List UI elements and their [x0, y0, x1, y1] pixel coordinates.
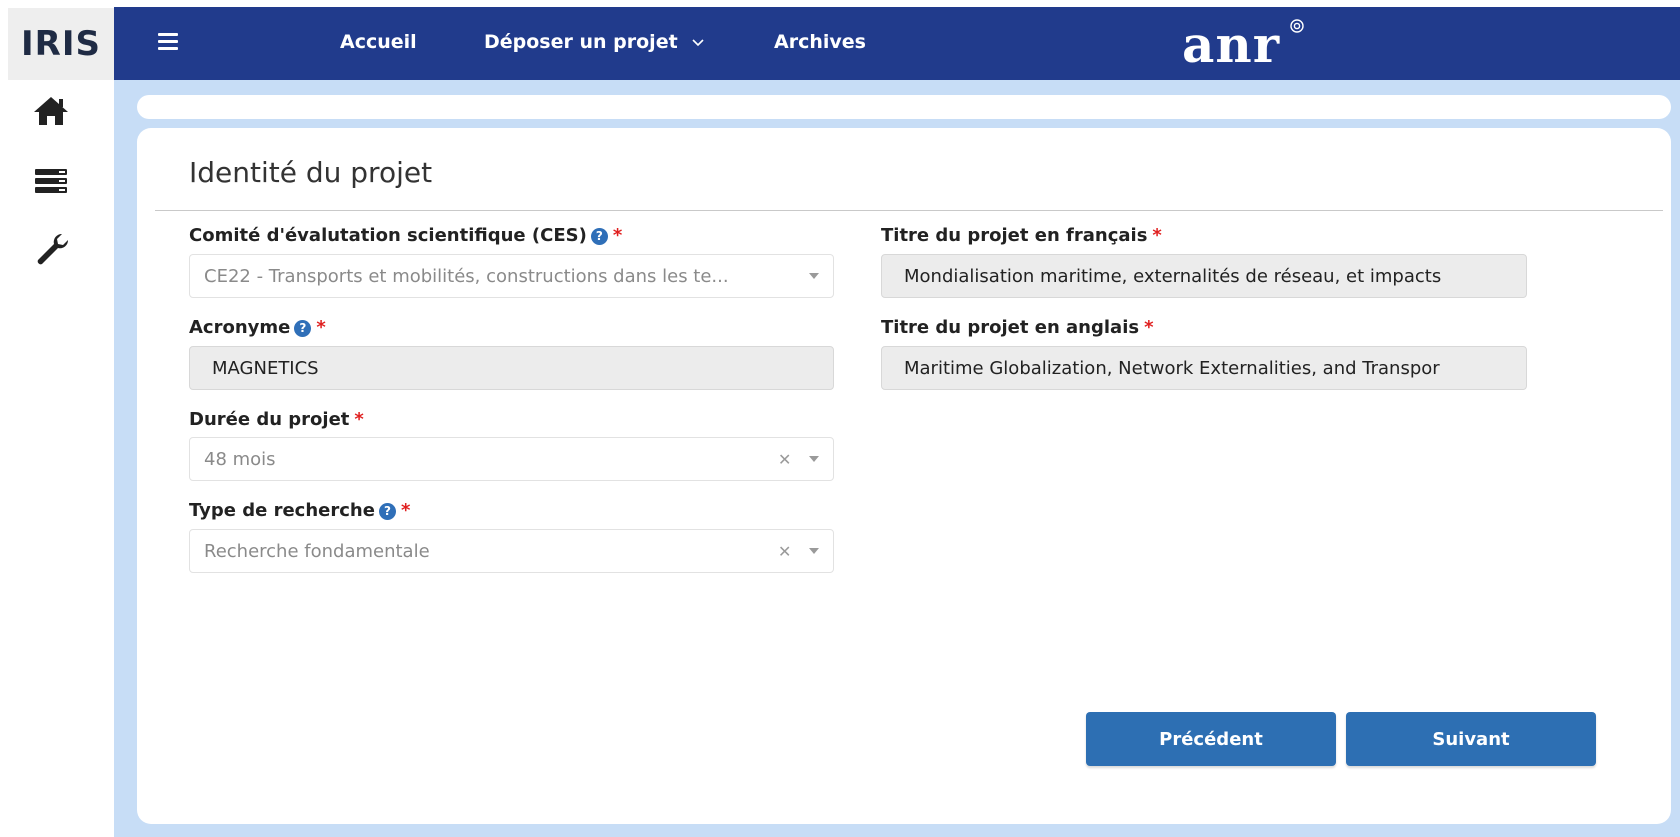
titre-en-input[interactable]: Maritime Globalization, Network External… [881, 346, 1527, 390]
type-label-row: Type de recherche? * [189, 500, 410, 521]
previous-button[interactable]: Précédent [1086, 712, 1336, 766]
ces-label-row: Comité d'évalutation scientifique (CES)?… [189, 225, 622, 246]
titre-fr-value: Mondialisation maritime, externalités de… [904, 266, 1442, 287]
chevron-down-icon [692, 38, 704, 46]
nav-archives[interactable]: Archives [774, 31, 866, 53]
home-icon[interactable] [28, 88, 74, 134]
nav-accueil[interactable]: Accueil [340, 31, 417, 53]
caret-down-icon [809, 273, 819, 279]
required-mark: * [612, 225, 623, 246]
anr-logo: anr [1182, 15, 1281, 74]
duree-label: Durée du projet [189, 409, 350, 430]
type-label: Type de recherche [189, 500, 375, 521]
wrench-icon[interactable] [28, 226, 74, 272]
clear-icon[interactable]: ✕ [778, 542, 791, 561]
caret-down-icon [809, 456, 819, 462]
ces-label: Comité d'évalutation scientifique (CES) [189, 225, 587, 246]
registered-mark-icon [1290, 19, 1304, 33]
nav-deposer-projet[interactable]: Déposer un projet [484, 31, 704, 53]
acronyme-input[interactable]: MAGNETICS [189, 346, 834, 390]
help-icon[interactable]: ? [378, 502, 396, 520]
nav-deposer-label: Déposer un projet [484, 31, 678, 53]
project-identity-panel: Identité du projet Comité d'évalutation … [137, 128, 1671, 824]
type-select[interactable]: Recherche fondamentale ✕ [189, 529, 834, 573]
caret-down-icon [809, 548, 819, 554]
required-mark: * [316, 317, 326, 338]
iris-logo[interactable]: IRIS [8, 8, 114, 80]
duree-label-row: Durée du projet * [189, 409, 364, 430]
divider [155, 210, 1663, 211]
acronyme-value: MAGNETICS [212, 358, 319, 379]
titre-en-label: Titre du projet en anglais [881, 317, 1140, 338]
top-navbar: Accueil Déposer un projet Archives anr [114, 7, 1680, 80]
left-rail: IRIS [0, 0, 114, 837]
menu-icon[interactable] [158, 33, 178, 53]
titre-fr-input[interactable]: Mondialisation maritime, externalités de… [881, 254, 1527, 298]
list-icon[interactable] [28, 158, 74, 204]
ces-select[interactable]: CE22 - Transports et mobilités, construc… [189, 254, 834, 298]
required-mark: * [354, 409, 364, 430]
acronyme-label-row: Acronyme? * [189, 317, 326, 338]
required-mark: * [1152, 225, 1162, 246]
titre-en-label-row: Titre du projet en anglais * [881, 317, 1154, 338]
type-select-value: Recherche fondamentale [204, 541, 430, 562]
acronyme-label: Acronyme [189, 317, 291, 338]
help-icon[interactable]: ? [294, 319, 312, 337]
duree-select-value: 48 mois [204, 449, 276, 470]
titre-fr-label-row: Titre du projet en français * [881, 225, 1162, 246]
next-button[interactable]: Suivant [1346, 712, 1596, 766]
required-mark: * [400, 500, 411, 521]
page-title: Identité du projet [189, 156, 433, 189]
clear-icon[interactable]: ✕ [778, 450, 791, 469]
help-icon[interactable]: ? [590, 227, 608, 245]
titre-en-value: Maritime Globalization, Network External… [904, 358, 1440, 379]
titre-fr-label: Titre du projet en français [881, 225, 1148, 246]
ces-select-value: CE22 - Transports et mobilités, construc… [204, 266, 729, 287]
breadcrumb-strip [137, 95, 1671, 119]
required-mark: * [1144, 317, 1154, 338]
duree-select[interactable]: 48 mois ✕ [189, 437, 834, 481]
